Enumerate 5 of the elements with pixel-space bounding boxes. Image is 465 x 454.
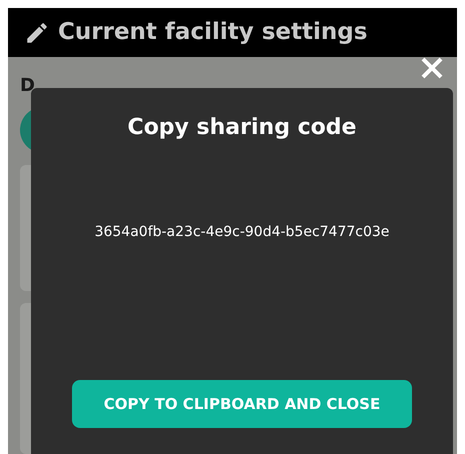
dialog-title: Copy sharing code [128, 114, 356, 142]
copy-button[interactable]: COPY TO CLIPBOARD AND CLOSE [72, 380, 412, 428]
header-title: Current facility settings [58, 18, 368, 48]
sharing-code: 3654a0fb-a23c-4e9c-90d4-b5ec7477c03e [94, 223, 390, 242]
section-label: D [20, 77, 36, 95]
